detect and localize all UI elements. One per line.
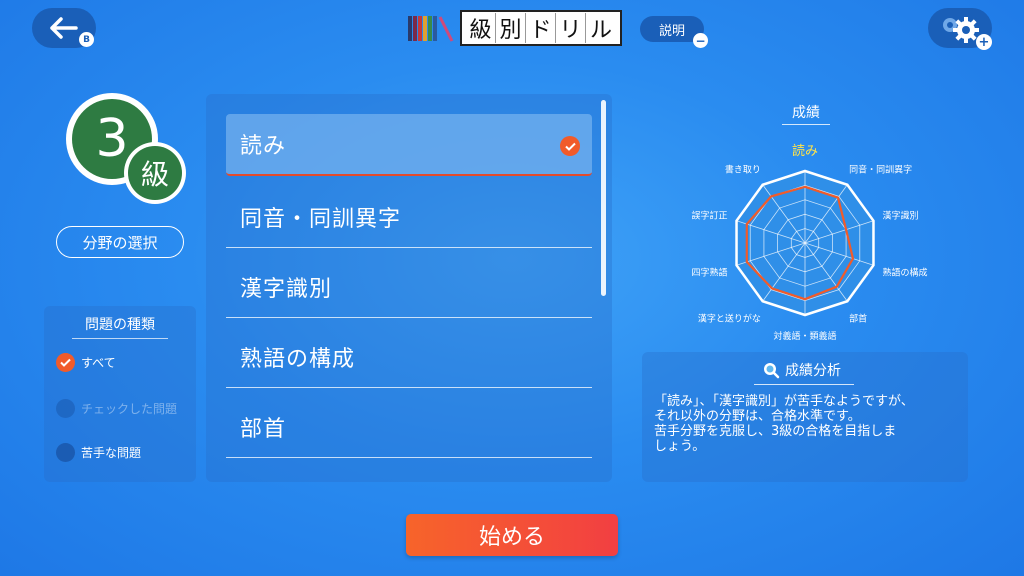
- arrow-left-icon: [50, 17, 78, 39]
- radar-axis-label: 書き取り: [725, 164, 761, 176]
- radar-chart: 読み同音・同訓異字漢字識別熟語の構成部首対義語・類義語漢字と送りがな 四字熟語 誤字…: [691, 143, 927, 342]
- analysis-line-3: 苦手分野を克服し、3級の合格を目指しま: [654, 424, 897, 439]
- scores-title: 成績: [792, 105, 820, 121]
- title-char: 別: [496, 13, 526, 43]
- analysis-title: 成績分析: [762, 360, 841, 380]
- grade-suffix: 級: [128, 146, 182, 200]
- option-weak[interactable]: 苦手な問題: [56, 442, 141, 462]
- radar-axis-label: 漢字と送りがな: [698, 312, 761, 324]
- page-title: 級別ドリル: [406, 10, 622, 46]
- title-char: ド: [526, 13, 556, 43]
- list-item-label: 同音・同訓異字: [240, 206, 402, 232]
- radar-axis-label: 熟語の構成: [882, 266, 927, 278]
- check-icon: [560, 136, 580, 156]
- analysis-panel: 成績分析 「読み」、「漢字識別」が苦手なようですが、 それ以外の分野は、合格水準…: [642, 352, 968, 482]
- list-item-doon[interactable]: 同音・同訓異字: [226, 186, 592, 248]
- gear-icon: [943, 17, 979, 43]
- radar-axis-label: 四字熟語: [691, 266, 727, 278]
- radio-icon: [56, 398, 75, 418]
- list-item-shikibetsu[interactable]: 漢字識別: [226, 256, 592, 318]
- question-type-title: 問題の種類: [85, 317, 155, 333]
- back-button[interactable]: B: [32, 8, 96, 48]
- b-button-badge: B: [79, 32, 94, 47]
- analysis-line-4: しょう。: [654, 439, 706, 454]
- radar-axis-label: 対義語・類義語: [773, 330, 836, 342]
- field-select-button[interactable]: 分野の選択: [56, 226, 184, 258]
- analysis-line-1: 「読み」、「漢字識別」が苦手なようですが、: [654, 394, 914, 409]
- minus-button-badge: −: [693, 33, 708, 48]
- title-char: リ: [556, 13, 586, 43]
- settings-button[interactable]: +: [928, 8, 992, 50]
- analysis-line-2: それ以外の分野は、合格水準です。: [654, 409, 861, 424]
- radio-icon: [56, 442, 75, 462]
- title-box: 級別ドリル: [460, 10, 622, 46]
- help-button[interactable]: 説明 −: [640, 16, 708, 48]
- radar-axis-label: 誤字訂正: [691, 210, 727, 222]
- divider: [782, 124, 830, 125]
- list-item-yomi[interactable]: 読み: [226, 114, 592, 176]
- option-checked[interactable]: チェックした問題: [56, 398, 177, 418]
- checked-icon: [56, 352, 75, 372]
- field-list[interactable]: 読み 同音・同訓異字 漢字識別 熟語の構成 部首: [206, 94, 612, 482]
- radar-axis-label: 部首: [849, 312, 867, 324]
- scrollbar[interactable]: [601, 100, 606, 296]
- divider: [754, 384, 854, 385]
- radar-axis-label: 同音・同訓異字: [849, 164, 912, 176]
- analysis-title-label: 成績分析: [785, 363, 841, 379]
- title-char: 級: [466, 13, 496, 43]
- list-item-label: 読み: [240, 134, 287, 159]
- option-label: 苦手な問題: [81, 445, 142, 460]
- plus-button-badge: +: [976, 34, 992, 50]
- books-logo-icon: [408, 16, 454, 42]
- divider: [72, 338, 168, 339]
- option-all[interactable]: すべて: [56, 352, 116, 372]
- help-label: 説明: [658, 23, 685, 39]
- start-button[interactable]: 始める: [406, 514, 618, 556]
- option-label: すべて: [81, 355, 116, 370]
- list-item-bushu[interactable]: 部首: [226, 396, 592, 458]
- list-item-label: 部首: [240, 416, 287, 442]
- radar-axis-label: 漢字識別: [882, 210, 918, 222]
- radar-axis-label: 読み: [792, 143, 818, 159]
- list-item-label: 熟語の構成: [240, 346, 356, 372]
- analysis-text: 「読み」、「漢字識別」が苦手なようですが、 それ以外の分野は、合格水準です。 苦…: [654, 394, 964, 454]
- question-type-panel: 問題の種類 すべて チェックした問題 苦手な問題: [44, 306, 196, 482]
- list-item-label: 漢字識別: [240, 276, 333, 302]
- list-item-kousei[interactable]: 熟語の構成: [226, 326, 592, 388]
- option-label: チェックした問題: [81, 401, 178, 416]
- magnifier-icon: [764, 363, 780, 379]
- title-char: ル: [589, 18, 612, 43]
